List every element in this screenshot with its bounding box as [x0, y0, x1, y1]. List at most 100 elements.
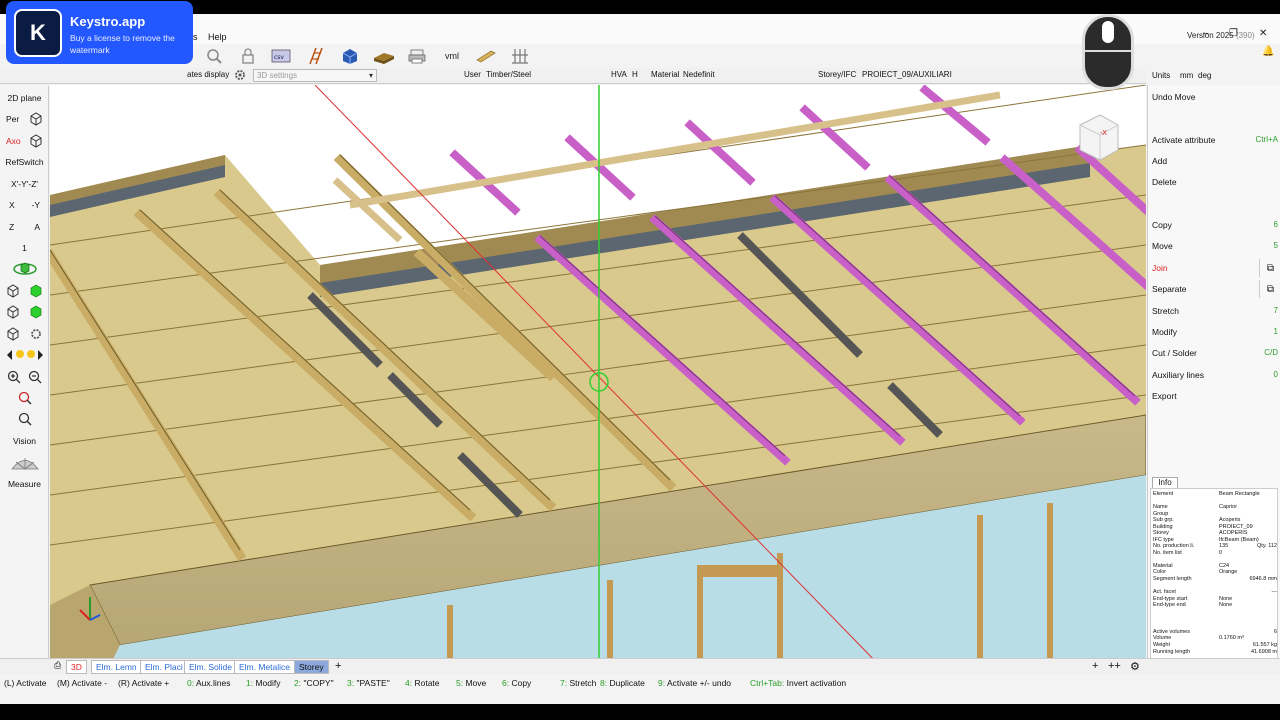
close-button[interactable]: ✕: [1259, 28, 1267, 39]
tab-elm-placi[interactable]: Elm. Placi: [140, 660, 188, 674]
user-value[interactable]: Timber/Steel: [486, 70, 531, 79]
action-copy[interactable]: Copy 6: [1148, 216, 1280, 234]
tab-elm-solide[interactable]: Elm. Solide: [184, 660, 237, 674]
info-value: 0.1760 m³: [1219, 635, 1244, 641]
perspective-button[interactable]: Per: [0, 109, 49, 128]
action-move[interactable]: Move 5: [1148, 237, 1280, 255]
2d-plane-button[interactable]: 2D plane: [0, 88, 49, 107]
cube-icon[interactable]: [6, 283, 20, 298]
view-cube[interactable]: [1079, 114, 1119, 161]
separate-options-icon[interactable]: ⧉: [1259, 280, 1280, 298]
zoom-extents-icon[interactable]: [0, 388, 49, 407]
display-label: ates display: [187, 70, 230, 79]
cube-icon[interactable]: [6, 304, 20, 319]
measure-button[interactable]: Measure: [0, 474, 49, 493]
view-x-button[interactable]: X: [9, 200, 15, 210]
orbit-icon[interactable]: [0, 259, 49, 278]
info-box: Element Beam Rectangle Name Caprior Group Sub…: [1150, 488, 1278, 664]
action-activate-attribute[interactable]: Activate attribute Ctrl+A: [1148, 131, 1280, 149]
keystro-watermark[interactable]: K Keystro.app Buy a license to remove th…: [6, 1, 193, 64]
material-label: Material: [651, 70, 680, 79]
hva-value[interactable]: H: [632, 70, 638, 79]
action-modify[interactable]: Modify 1: [1148, 323, 1280, 341]
gear-icon[interactable]: [29, 327, 43, 341]
view-neg-y-button[interactable]: -Y: [32, 200, 41, 210]
cube-icon[interactable]: [6, 326, 20, 341]
vision-button[interactable]: Vision: [0, 431, 49, 450]
beam-icon[interactable]: [472, 46, 500, 66]
refswitch-button[interactable]: RefSwitch: [0, 152, 49, 171]
action-delete[interactable]: Delete: [1148, 173, 1280, 191]
info-tab[interactable]: Info: [1152, 477, 1178, 488]
units-button[interactable]: Units: [1152, 71, 1170, 80]
angle-unit[interactable]: deg: [1198, 71, 1211, 80]
tab-storey[interactable]: Storey: [294, 660, 329, 674]
zoom-out-icon[interactable]: [28, 370, 42, 384]
tab-elm-lemn[interactable]: Elm. Lemn: [91, 660, 142, 674]
wood-icon[interactable]: [370, 46, 398, 66]
join-options-icon[interactable]: ⧉: [1259, 259, 1280, 277]
ladder-icon[interactable]: [302, 46, 330, 66]
view-a-button[interactable]: A: [34, 222, 40, 232]
info-row: Weight 61.557 kg: [1153, 642, 1277, 649]
view-z-button[interactable]: Z: [9, 222, 14, 232]
tab-elm-metalice[interactable]: Elm. Metalice: [234, 660, 296, 674]
lock-icon[interactable]: [234, 46, 262, 66]
status-hint: 1: Modify: [246, 678, 281, 688]
minimize-button[interactable]: –: [1203, 28, 1209, 39]
action-auxiliary-lines[interactable]: Auxiliary lines 0: [1148, 366, 1280, 384]
action-export[interactable]: Export: [1148, 387, 1280, 405]
info-row: Name Caprior: [1153, 504, 1277, 511]
material-value[interactable]: Nedefinit: [683, 70, 715, 79]
solid-cube-icon[interactable]: [29, 284, 43, 298]
csv-import-icon[interactable]: csv: [268, 46, 296, 66]
axonometric-button[interactable]: Axo: [0, 131, 49, 150]
search-icon[interactable]: [200, 46, 228, 66]
restore-button[interactable]: ❐: [1229, 28, 1238, 39]
zoom-window-icon[interactable]: [0, 409, 49, 428]
add-view-multi-icon[interactable]: ++: [1108, 660, 1121, 672]
light-toggle-icon[interactable]: [0, 345, 49, 364]
visibility-row-1: [0, 281, 49, 300]
storey-value[interactable]: PROIECT_09/AUXILIARI: [862, 70, 952, 79]
action-cut-solder[interactable]: Cut / Solder C/D: [1148, 344, 1280, 362]
view-settings-gear-icon[interactable]: ⚙: [1130, 660, 1140, 673]
axes-button[interactable]: X'-Y'-Z': [0, 174, 49, 193]
model-render: -X: [50, 85, 1146, 666]
print-icon[interactable]: [404, 46, 432, 66]
view-z-row: Z A: [0, 217, 49, 236]
status-hint: 2: "COPY": [294, 678, 334, 688]
action-stretch[interactable]: Stretch 7: [1148, 302, 1280, 320]
bell-icon[interactable]: 🔔: [1262, 46, 1274, 57]
status-hint: 0: Aux.lines: [187, 678, 231, 688]
info-value: Acoperis: [1219, 517, 1241, 523]
sun-study-icon[interactable]: [0, 452, 49, 471]
keystro-title: Keystro.app: [70, 14, 146, 29]
keystro-subtitle: Buy a license to remove the watermark: [70, 33, 175, 55]
add-tab-button[interactable]: +: [335, 660, 341, 672]
tab-menu-icon[interactable]: ⎙: [54, 660, 61, 671]
undo-button[interactable]: Undo Move: [1148, 88, 1280, 106]
info-row: No. item list 0: [1153, 550, 1277, 557]
view-1-button[interactable]: 1: [0, 238, 49, 257]
vml-icon[interactable]: vml: [438, 46, 466, 66]
action-separate[interactable]: Separate ⧉: [1148, 280, 1280, 298]
box-icon[interactable]: [336, 46, 364, 66]
action-add[interactable]: Add: [1148, 152, 1280, 170]
action-join[interactable]: Join ⧉: [1148, 259, 1280, 277]
info-key: Act. facet: [1153, 589, 1176, 595]
info-value-right: 6946.8 mm: [1249, 576, 1277, 582]
length-unit[interactable]: mm: [1180, 71, 1193, 80]
3d-viewport[interactable]: -X: [50, 85, 1146, 666]
cad-application: s Help Version 2025 (390) – ❐ ✕ csv vml: [0, 14, 1280, 704]
menu-partial-item[interactable]: s: [193, 32, 198, 42]
info-row: Color Orange: [1153, 569, 1277, 576]
3d-settings-select[interactable]: 3D settings ▾: [253, 69, 377, 82]
menu-help[interactable]: Help: [208, 32, 227, 42]
tab-3d[interactable]: 3D: [66, 660, 87, 674]
solid-cube-icon[interactable]: [29, 305, 43, 319]
grid-icon[interactable]: [506, 46, 534, 66]
add-view-button[interactable]: +: [1092, 660, 1098, 672]
zoom-in-icon[interactable]: [7, 370, 21, 384]
gear-icon[interactable]: [233, 69, 247, 83]
